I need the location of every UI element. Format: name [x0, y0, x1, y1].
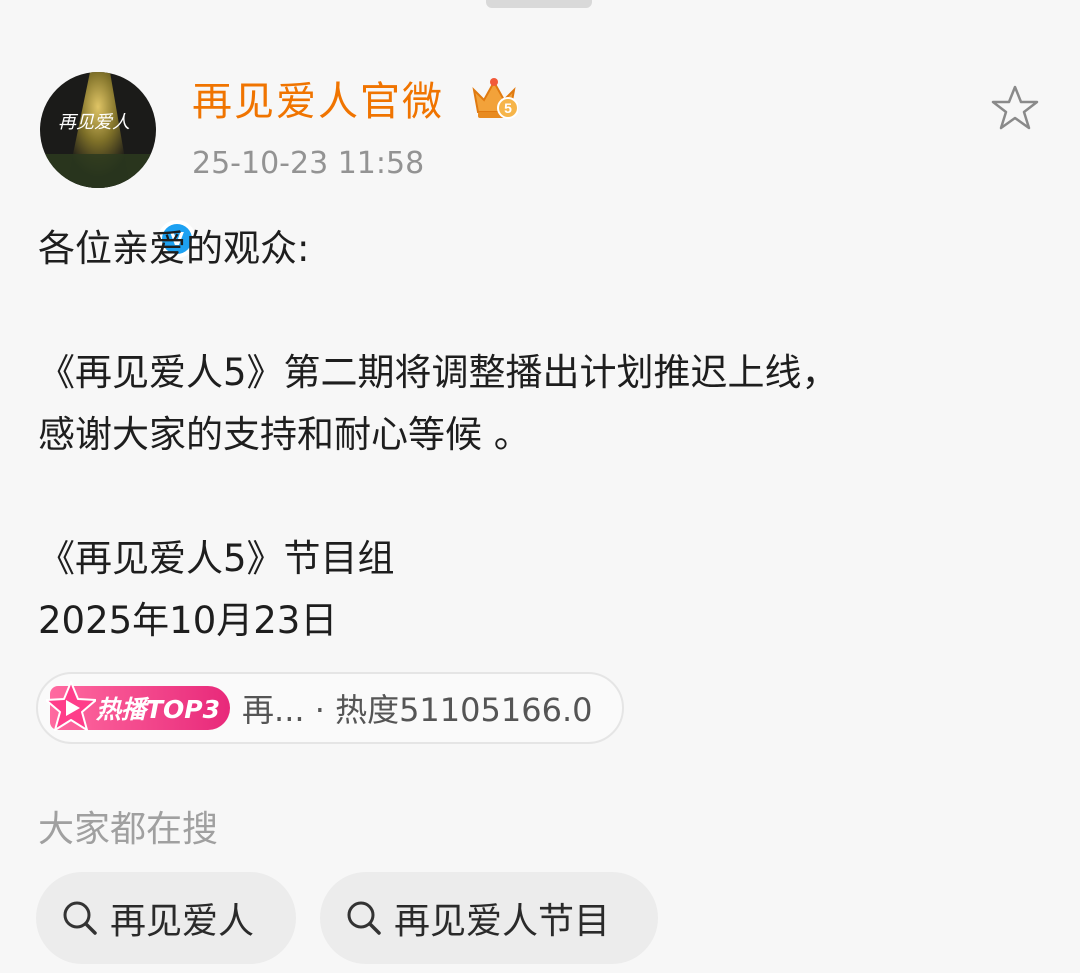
weibo-post-page: 再见爱人 V 再见爱人官微 5 25-10-23 11:58 各位亲爱的观众: … [0, 0, 1080, 973]
author-name[interactable]: 再见爱人官微 [192, 76, 444, 128]
search-icon [63, 901, 97, 935]
post-line: 各位亲爱的观众: [38, 227, 310, 270]
vip-level: 5 [504, 100, 512, 116]
hot-badge-label: 热播TOP3 [96, 695, 221, 724]
hot-topic-text: 再... · 热度51105166.0 [242, 691, 593, 729]
drag-handle[interactable] [486, 0, 592, 8]
search-chip-zaijian-airen-jiemu[interactable]: 再见爱人节目 [320, 872, 658, 964]
hot-star-icon [46, 681, 96, 731]
avatar[interactable]: 再见爱人 V [40, 72, 196, 258]
post-timestamp: 25-10-23 11:58 [192, 146, 425, 181]
post-body: 各位亲爱的观众: 《再见爱人5》第二期将调整播出计划推迟上线， 感谢大家的支持和… [38, 218, 1038, 652]
search-chip-label: 再见爱人 [110, 901, 255, 942]
post-line-blank [38, 466, 1038, 528]
hot-topic-pill[interactable]: 热播TOP3 再... · 热度51105166.0 [36, 672, 624, 744]
post-line: 《再见爱人5》节目组 [38, 537, 395, 580]
favorite-star-icon[interactable] [990, 84, 1040, 132]
post-line-blank [38, 280, 1038, 342]
trending-search-label: 大家都在搜 [38, 809, 219, 850]
search-chip-label: 再见爱人节目 [394, 901, 611, 942]
avatar-text: 再见爱人 [58, 112, 130, 133]
search-icon [347, 901, 381, 935]
avatar-image: 再见爱人 [40, 72, 156, 188]
vip-crown-icon[interactable]: 5 [470, 76, 518, 122]
post-line: 2025年10月23日 [38, 599, 338, 642]
hot-badge: 热播TOP3 [46, 681, 231, 731]
search-chip-zaijian-airen[interactable]: 再见爱人 [36, 872, 296, 964]
post-line: 《再见爱人5》第二期将调整播出计划推迟上线， [38, 351, 839, 394]
post-line: 感谢大家的支持和耐心等候 。 [38, 413, 531, 456]
